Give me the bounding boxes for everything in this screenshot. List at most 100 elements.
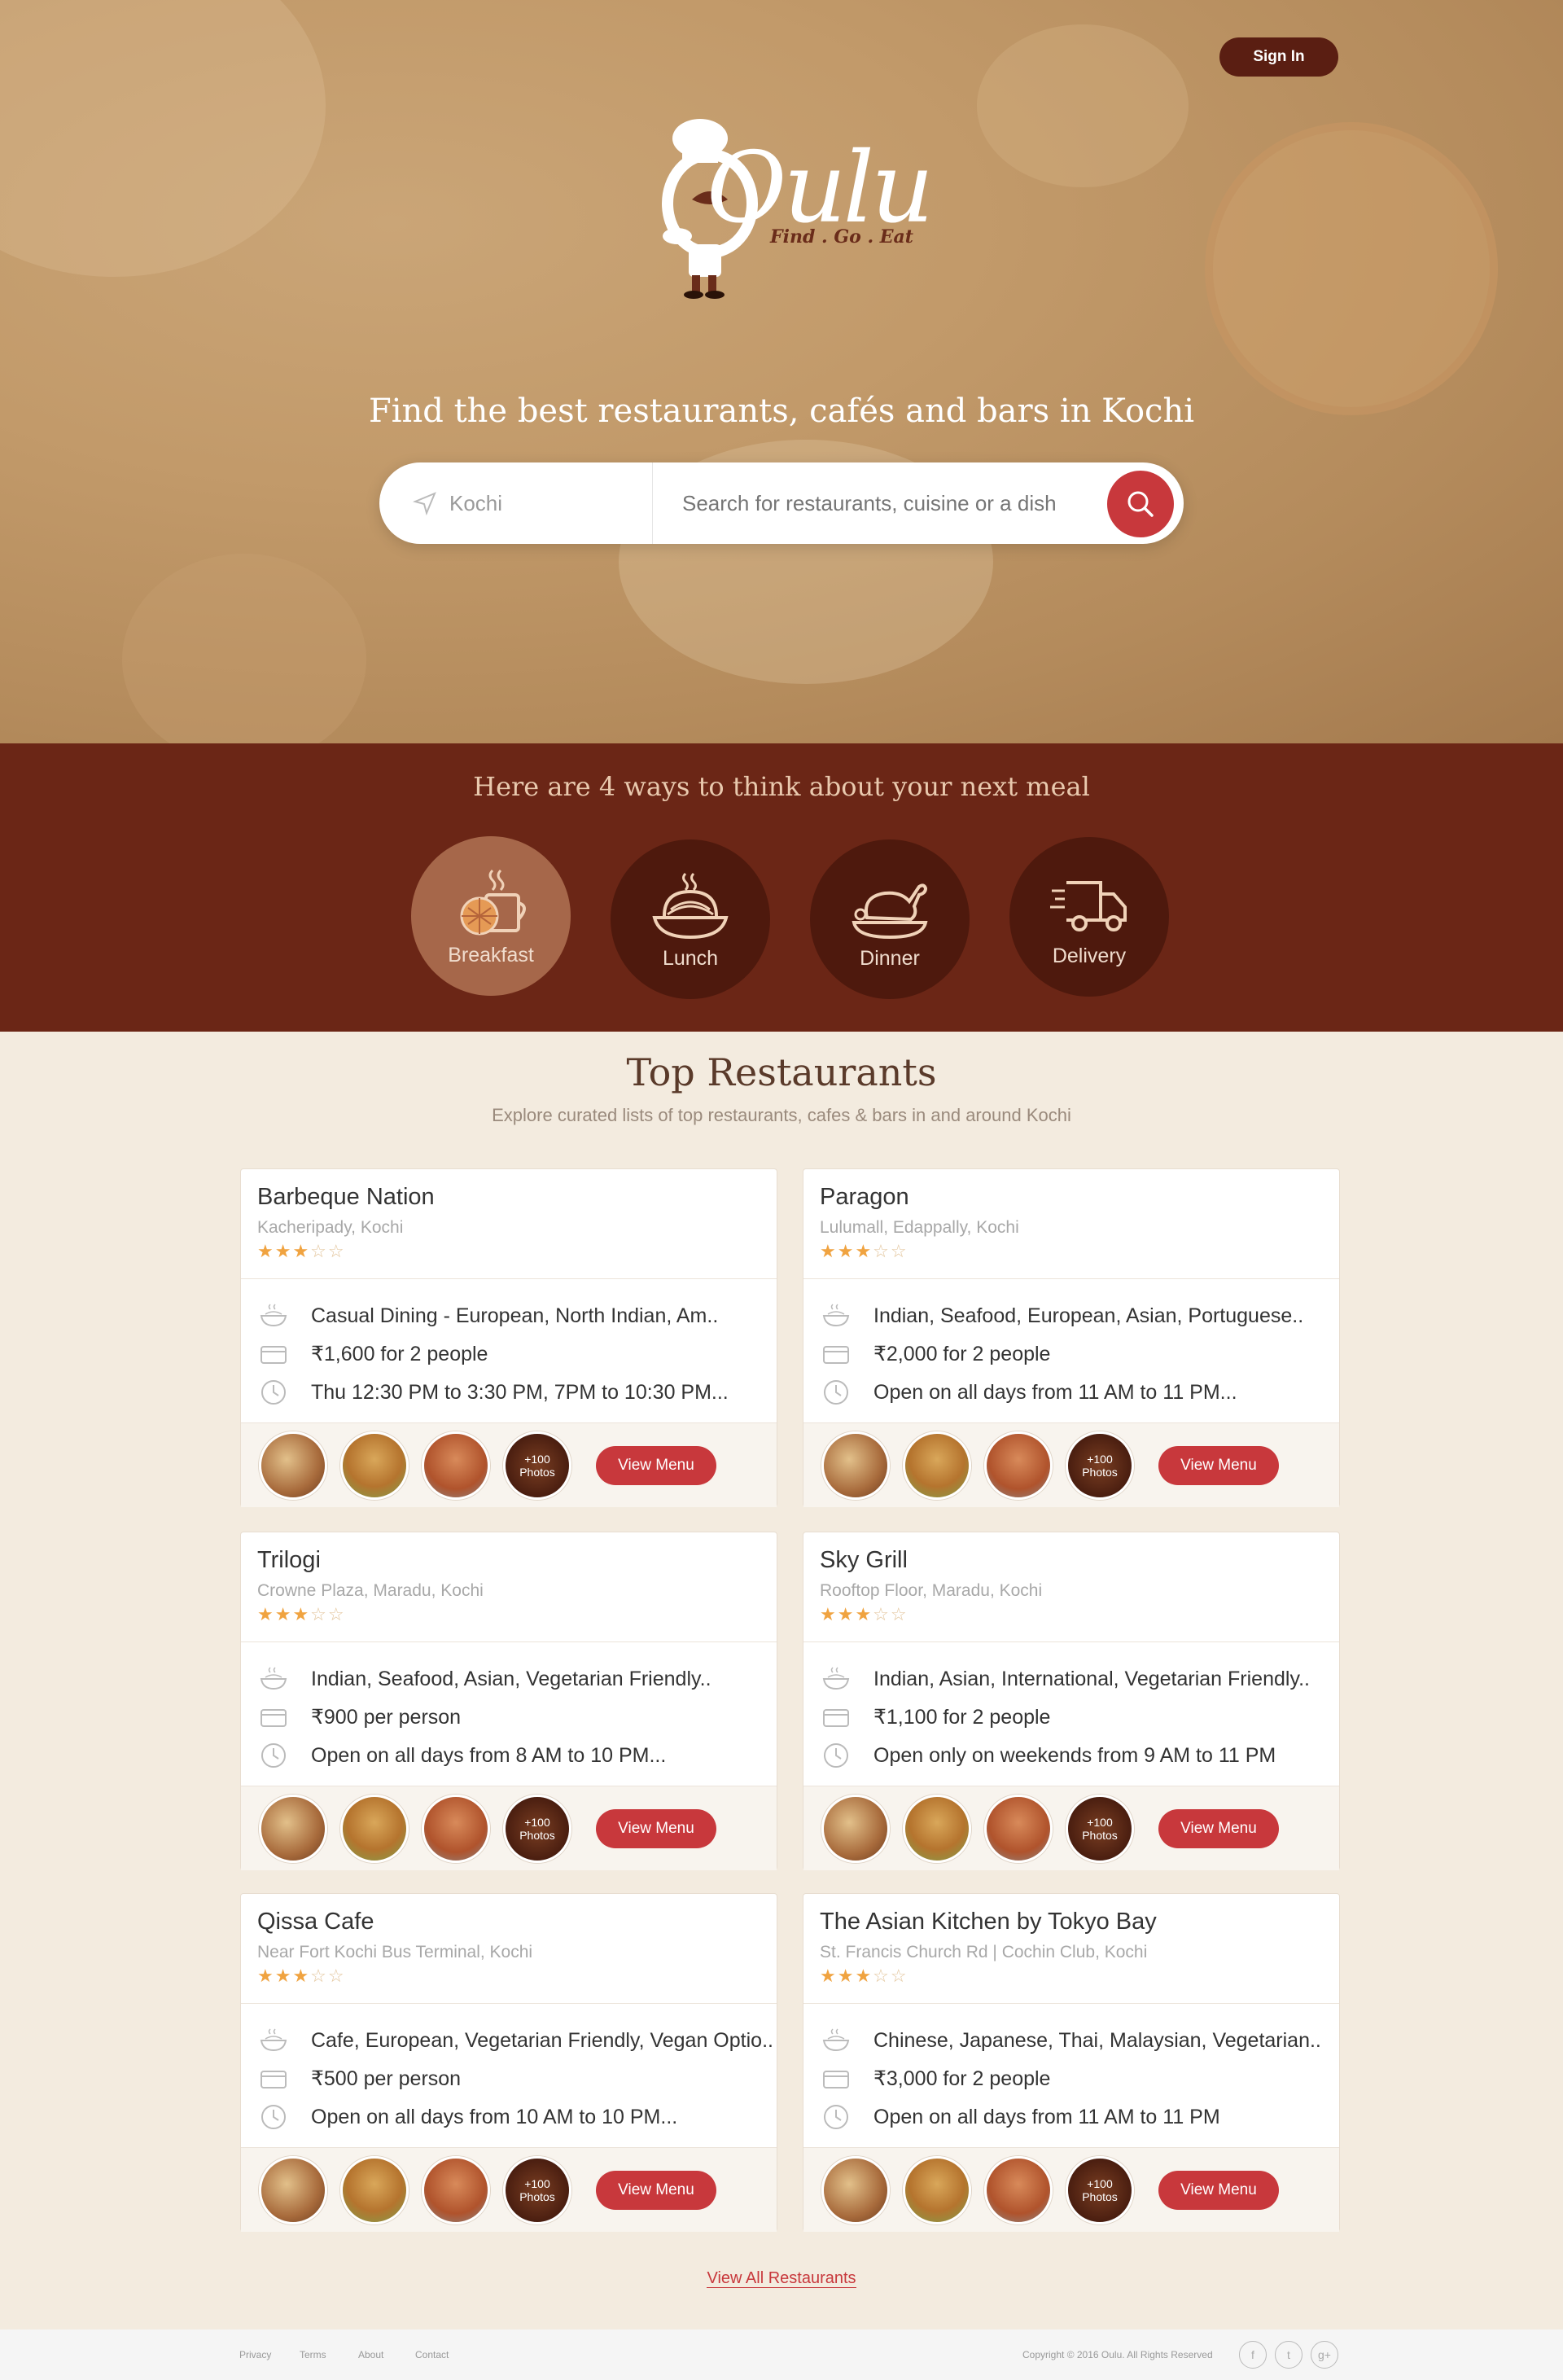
logo-tagline: Find . Go . Eat	[770, 226, 913, 248]
restaurant-card[interactable]: Paragon Lulumall, Edappally, Kochi ★★★☆☆ In…	[803, 1168, 1340, 1507]
hours-row: Open on all days from 10 AM to 10 PM...	[259, 2101, 677, 2133]
food-photo-thumb[interactable]	[984, 2156, 1053, 2224]
restaurant-location: Near Fort Kochi Bus Terminal, Kochi	[257, 1943, 533, 1961]
food-photo-thumb[interactable]	[340, 1431, 409, 1500]
restaurant-name[interactable]: Sky Grill	[820, 1547, 908, 1574]
hours-text: Open only on weekends from 9 AM to 11 PM	[873, 1743, 1276, 1767]
star-rating: ★★★☆☆	[257, 1604, 346, 1624]
facebook-icon[interactable]: f	[1239, 2341, 1267, 2369]
view-menu-button[interactable]: View Menu	[596, 1446, 716, 1485]
location-input[interactable]	[449, 487, 612, 519]
restaurant-card[interactable]: Barbeque Nation Kacheripady, Kochi ★★★☆☆ Ca…	[240, 1168, 777, 1507]
card-footer: +100 Photos View Menu	[803, 2147, 1339, 2232]
food-photo-thumb[interactable]	[984, 1431, 1053, 1500]
card-divider	[803, 2003, 1339, 2004]
view-menu-button[interactable]: View Menu	[1158, 1446, 1279, 1485]
more-photos-button[interactable]: +100 Photos	[503, 1431, 571, 1500]
star-rating: ★★★☆☆	[820, 1241, 908, 1261]
roast-chicken-icon	[852, 883, 928, 939]
food-photo-thumb[interactable]	[821, 1795, 890, 1863]
way-dinner[interactable]: Dinner	[810, 839, 970, 999]
copyright-text: Copyright © 2016 Oulu. All Rights Reserv…	[1022, 2349, 1213, 2360]
footer-link-about[interactable]: About	[358, 2349, 383, 2360]
cuisine-text: Indian, Seafood, Asian, Vegetarian Frien…	[311, 1667, 711, 1690]
restaurant-card[interactable]: Qissa Cafe Near Fort Kochi Bus Terminal, …	[240, 1893, 777, 2232]
cuisine-text: Cafe, European, Vegetarian Friendly, Veg…	[311, 2028, 773, 2052]
food-photo-thumb[interactable]	[422, 1795, 490, 1863]
food-photo-thumb[interactable]	[821, 2156, 890, 2224]
view-all-restaurants-link[interactable]: View All Restaurants	[0, 2269, 1563, 2288]
restaurant-name[interactable]: Trilogi	[257, 1547, 321, 1574]
search-button[interactable]	[1107, 471, 1174, 537]
view-menu-button[interactable]: View Menu	[596, 1809, 716, 1848]
cuisine-text: Chinese, Japanese, Thai, Malaysian, Vege…	[873, 2028, 1321, 2052]
more-photos-button[interactable]: +100 Photos	[1066, 1795, 1134, 1863]
restaurant-location: St. Francis Church Rd | Cochin Club, Koc…	[820, 1943, 1148, 1961]
photos-count: +100	[524, 1453, 550, 1466]
cost-text: ₹500 per person	[311, 2067, 462, 2090]
card-footer: +100 Photos View Menu	[241, 1422, 777, 1507]
food-photo-thumb[interactable]	[903, 1795, 971, 1863]
cost-text: ₹900 per person	[311, 1706, 462, 1729]
restaurant-card[interactable]: Sky Grill Rooftop Floor, Maradu, Kochi ★★★…	[803, 1532, 1340, 1870]
food-photo-thumb[interactable]	[340, 2156, 409, 2224]
restaurant-name[interactable]: The Asian Kitchen by Tokyo Bay	[820, 1909, 1157, 1935]
clock-icon	[824, 2105, 848, 2129]
way-delivery[interactable]: Delivery	[1009, 837, 1169, 997]
more-photos-button[interactable]: +100 Photos	[503, 2156, 571, 2224]
google-plus-icon[interactable]: g+	[1311, 2341, 1338, 2369]
clock-icon	[261, 1743, 286, 1768]
view-menu-button[interactable]: View Menu	[1158, 1809, 1279, 1848]
food-photo-thumb[interactable]	[422, 2156, 490, 2224]
sign-in-button[interactable]: Sign In	[1219, 37, 1338, 77]
restaurant-name[interactable]: Barbeque Nation	[257, 1184, 435, 1211]
more-photos-button[interactable]: +100 Photos	[1066, 2156, 1134, 2224]
footer-link-terms[interactable]: Terms	[300, 2349, 326, 2360]
restaurant-card[interactable]: The Asian Kitchen by Tokyo Bay St. Franci…	[803, 1893, 1340, 2232]
card-footer: +100 Photos View Menu	[803, 1422, 1339, 1507]
wallet-icon	[260, 1709, 287, 1727]
meal-ways-section: Here are 4 ways to think about your next…	[0, 743, 1563, 1032]
food-photo-thumb[interactable]	[259, 1795, 327, 1863]
view-menu-button[interactable]: View Menu	[1158, 2171, 1279, 2210]
more-photos-button[interactable]: +100 Photos	[503, 1795, 571, 1863]
food-photo-thumb[interactable]	[903, 1431, 971, 1500]
photos-label: Photos	[1082, 1829, 1118, 1842]
restaurant-name[interactable]: Paragon	[820, 1184, 909, 1211]
cost-row: ₹900 per person	[259, 1701, 461, 1733]
more-photos-button[interactable]: +100 Photos	[1066, 1431, 1134, 1500]
wallet-icon	[823, 1346, 849, 1364]
food-photo-thumb[interactable]	[259, 2156, 327, 2224]
food-photo-thumb[interactable]	[821, 1431, 890, 1500]
restaurant-card[interactable]: Trilogi Crowne Plaza, Maradu, Kochi ★★★☆☆ I…	[240, 1532, 777, 1870]
photos-count: +100	[1087, 2177, 1113, 2190]
cuisine-row: Cafe, European, Vegetarian Friendly, Veg…	[259, 2024, 773, 2057]
dish-bowl-icon	[260, 1304, 287, 1327]
footer-link-privacy[interactable]: Privacy	[239, 2349, 271, 2360]
view-all-label[interactable]: View All Restaurants	[707, 2269, 856, 2288]
way-label: Delivery	[1052, 944, 1127, 967]
oulu-logo[interactable]: Oulu Find . Go . Eat	[659, 114, 934, 309]
food-photo-thumb[interactable]	[903, 2156, 971, 2224]
wallet-icon	[260, 1346, 287, 1364]
food-photo-thumb[interactable]	[422, 1431, 490, 1500]
card-divider	[803, 1278, 1339, 1279]
clock-icon	[824, 1743, 848, 1768]
way-lunch[interactable]: Lunch	[611, 839, 770, 999]
cost-text: ₹3,000 for 2 people	[873, 2067, 1051, 2090]
way-breakfast[interactable]: Breakfast	[411, 836, 571, 996]
search-input[interactable]	[682, 487, 1089, 519]
food-photo-thumb[interactable]	[340, 1795, 409, 1863]
noodle-bowl-icon	[652, 872, 729, 939]
twitter-icon[interactable]: t	[1275, 2341, 1302, 2369]
footer-link-contact[interactable]: Contact	[415, 2349, 449, 2360]
food-photo-thumb[interactable]	[984, 1795, 1053, 1863]
way-label: Dinner	[860, 946, 920, 970]
photos-label: Photos	[1082, 2190, 1118, 2203]
food-photo-thumb[interactable]	[259, 1431, 327, 1500]
cost-row: ₹500 per person	[259, 2062, 461, 2095]
restaurant-name[interactable]: Qissa Cafe	[257, 1909, 374, 1935]
view-menu-button[interactable]: View Menu	[596, 2171, 716, 2210]
search-icon	[1127, 491, 1154, 517]
restaurant-location: Crowne Plaza, Maradu, Kochi	[257, 1581, 484, 1600]
